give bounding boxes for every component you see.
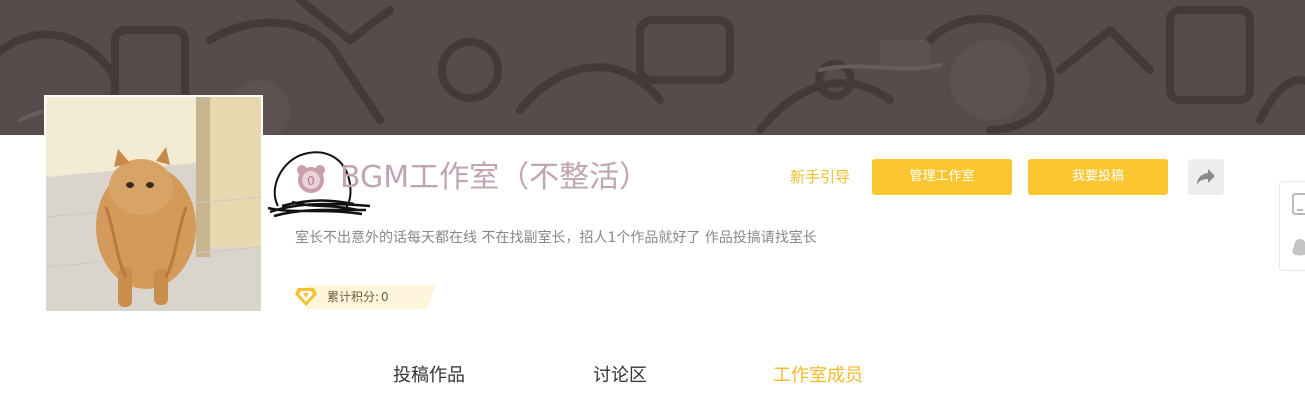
bear-badge-icon: 0 <box>297 165 325 193</box>
studio-description: 室长不出意外的话每天都在线 不在找副室长，招人1个作品就好了 作品投搞请找室长 <box>295 230 817 246</box>
qq-penguin-icon <box>1292 239 1305 256</box>
share-arrow-icon <box>1197 169 1215 185</box>
phone-icon <box>1292 193 1305 215</box>
studio-avatar[interactable] <box>44 95 263 313</box>
cat-photo <box>46 97 261 311</box>
points-badge: 累计积分: 0 <box>294 285 436 309</box>
points-value: 0 <box>381 290 389 304</box>
points-label: 累计积分: <box>327 290 380 304</box>
side-toolbar <box>1279 181 1305 271</box>
side-phone-button[interactable] <box>1280 182 1305 226</box>
points-text: 累计积分: 0 <box>327 288 389 306</box>
svg-text:0: 0 <box>307 174 315 188</box>
submit-work-button[interactable]: 我要投稿 <box>1028 159 1168 195</box>
studio-name: BGM工作室（不整活） <box>340 160 650 195</box>
share-button[interactable] <box>1188 159 1224 195</box>
tab-studio-members[interactable]: 工作室成员 <box>773 363 863 389</box>
diamond-gem-icon <box>295 288 317 306</box>
tab-submitted-works[interactable]: 投稿作品 <box>393 363 465 389</box>
tab-discussion[interactable]: 讨论区 <box>593 363 647 389</box>
side-qq-button[interactable] <box>1280 226 1305 270</box>
beginner-guide-link[interactable]: 新手引导 <box>790 166 850 188</box>
manage-studio-button[interactable]: 管理工作室 <box>872 159 1012 195</box>
